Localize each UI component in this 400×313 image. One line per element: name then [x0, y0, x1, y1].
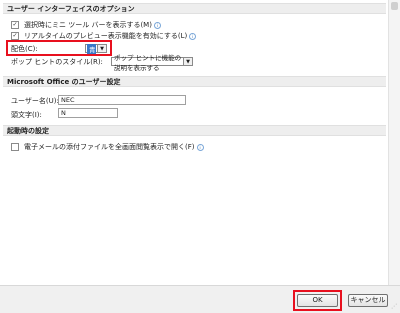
cancel-button[interactable]: キャンセル — [348, 294, 388, 307]
screentip-style-value: ポップ ヒントに機能の説明を表示する — [114, 53, 182, 72]
check-icon: ✓ — [12, 32, 18, 39]
section-office-user-header: Microsoft Office のユーザー設定 — [3, 76, 386, 87]
initials-field[interactable]: N — [58, 108, 118, 118]
initials-label: 頭文字(I): — [11, 111, 42, 119]
info-icon: i — [189, 32, 197, 40]
vertical-scrollbar[interactable] — [388, 0, 400, 285]
info-icon: i — [153, 21, 161, 29]
username-field[interactable]: NEC — [58, 95, 186, 105]
ok-highlight — [293, 290, 342, 311]
section-startup-header: 起動時の設定 — [3, 125, 386, 136]
screentip-style-dropdown[interactable]: ポップ ヒントに機能の説明を表示する ▼ — [111, 54, 193, 72]
screentip-style-label: ポップ ヒントのスタイル(R): — [11, 58, 103, 66]
username-label: ユーザー名(U): — [11, 97, 59, 105]
color-scheme-highlight — [6, 40, 112, 56]
fullscreen-reading-row[interactable]: 電子メールの添付ファイルを全画面閲覧表示で開く(F) i — [11, 142, 204, 152]
info-icon: i — [196, 143, 204, 151]
live-preview-checkbox[interactable]: ✓ — [11, 32, 19, 40]
chevron-down-icon[interactable]: ▼ — [183, 58, 192, 65]
mini-toolbar-checkbox[interactable]: ✓ — [11, 21, 19, 29]
resize-grip-icon[interactable]: ⋰ — [390, 303, 398, 311]
mini-toolbar-label: 選択時にミニ ツール バーを表示する(M) — [24, 21, 152, 29]
fullscreen-reading-checkbox[interactable] — [11, 143, 19, 151]
section-ui-options-header: ユーザー インターフェイスのオプション — [3, 3, 386, 14]
fullscreen-reading-label: 電子メールの添付ファイルを全画面閲覧表示で開く(F) — [24, 143, 195, 151]
dialog-footer: OK キャンセル ⋰ — [0, 285, 400, 313]
scroll-thumb[interactable] — [391, 2, 398, 10]
options-panel: ユーザー インターフェイスのオプション ✓ 選択時にミニ ツール バーを表示する… — [0, 0, 388, 285]
check-icon: ✓ — [12, 21, 18, 28]
mini-toolbar-row[interactable]: ✓ 選択時にミニ ツール バーを表示する(M) i — [11, 20, 161, 30]
